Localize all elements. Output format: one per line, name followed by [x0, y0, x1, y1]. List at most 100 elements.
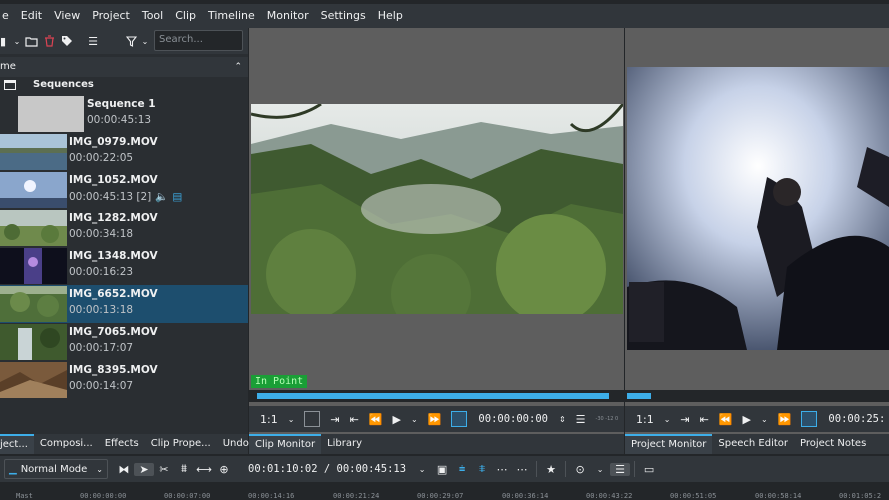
clip-name: IMG_1282.MOV — [69, 212, 158, 224]
timecode-stepper[interactable]: ⇕ — [554, 415, 571, 424]
lift-icon[interactable]: ⩧ — [452, 462, 472, 476]
clip-timecode[interactable]: 00:00:00:00 — [472, 413, 554, 425]
list-item[interactable]: Sequence 1 00:00:45:13 — [0, 95, 248, 133]
bin-header-label: me — [0, 61, 16, 72]
edit-mode-select[interactable]: ▁ Normal Mode ⌄ — [4, 459, 108, 479]
list-item[interactable]: IMG_8395.MOV 00:00:14:07 — [0, 361, 248, 399]
clip-duration: 00:00:16:23 — [69, 266, 134, 278]
project-monitor-zone — [627, 393, 651, 399]
project-monitor-video[interactable] — [627, 67, 889, 350]
spacer-tool-icon[interactable]: ⧓ — [114, 463, 134, 476]
list-item[interactable]: IMG_1348.MOV 00:00:16:23 — [0, 247, 248, 285]
tab-clip-properties[interactable]: Clip Prope... — [145, 434, 217, 454]
slip-tool-icon[interactable]: ⟷ — [194, 463, 214, 476]
razor-tool-icon[interactable]: ✂ — [154, 463, 174, 476]
menu-icon[interactable]: ☰ — [84, 32, 102, 50]
multicam-tool-icon[interactable]: ⊕ — [214, 463, 234, 476]
project-monitor-ruler[interactable] — [625, 390, 889, 402]
menu-monitor[interactable]: Monitor — [261, 4, 315, 28]
menu-tool[interactable]: Tool — [136, 4, 169, 28]
tab-compositions[interactable]: Composi... — [34, 434, 99, 454]
rewind-icon[interactable]: ⏪ — [364, 413, 388, 426]
menu-timeline[interactable]: Timeline — [202, 4, 261, 28]
ruler-tick: 00:00:00:00 — [80, 492, 127, 500]
list-item[interactable]: IMG_7065.MOV 00:00:17:07 — [0, 323, 248, 361]
rewind-icon[interactable]: ⏪ — [714, 413, 738, 426]
sort-caret-icon[interactable]: ⌃ — [234, 57, 242, 77]
clip-name: IMG_1348.MOV — [69, 250, 158, 262]
tab-speech-editor[interactable]: Speech Editor — [712, 434, 794, 454]
menu-settings[interactable]: Settings — [315, 4, 372, 28]
fit-icon[interactable] — [299, 411, 325, 427]
folder-sequences[interactable]: Sequences — [0, 77, 248, 95]
menu-view[interactable]: View — [48, 4, 86, 28]
audio-icon: 🔈 — [155, 191, 169, 203]
menu-icon[interactable]: ☰ — [571, 413, 591, 426]
clip-name: IMG_0979.MOV — [69, 136, 158, 148]
play-options-icon[interactable]: ⌄ — [406, 415, 423, 424]
select-tool-icon[interactable]: ➤ — [134, 462, 154, 476]
timeline-ruler[interactable]: Mast 00:00:00:00 00:00:07:00 00:00:14:16… — [0, 484, 889, 500]
fast-forward-icon[interactable]: ⏩ — [773, 413, 797, 426]
list-item-selected[interactable]: IMG_6652.MOV 00:00:13:18 — [0, 285, 248, 323]
ruler-tick: 00:00:58:14 — [755, 492, 802, 500]
insert-icon[interactable]: ⋯ — [492, 463, 512, 476]
clip-monitor-ruler[interactable] — [249, 390, 624, 402]
fullscreen-icon[interactable] — [446, 411, 472, 427]
fast-forward-icon[interactable]: ⏩ — [423, 413, 447, 426]
set-out-icon[interactable]: ⇤ — [345, 413, 364, 426]
menu-project[interactable]: Project — [86, 4, 136, 28]
list-item[interactable]: IMG_1282.MOV 00:00:34:18 — [0, 209, 248, 247]
delete-icon[interactable] — [40, 32, 58, 50]
tab-project-notes[interactable]: Project Notes — [794, 434, 872, 454]
chevron-down-icon[interactable]: ⌄ — [659, 415, 676, 424]
tab-project[interactable]: ject... — [0, 434, 34, 454]
chevron-down-icon[interactable]: ⌄ — [412, 465, 432, 474]
play-icon[interactable]: ▶ — [738, 413, 756, 426]
set-in-icon[interactable]: ⇥ — [675, 413, 694, 426]
list-item[interactable]: IMG_0979.MOV 00:00:22:05 — [0, 133, 248, 171]
star-icon[interactable]: ★ — [541, 463, 561, 476]
list-item[interactable]: IMG_1052.MOV 00:00:45:13 [2] 🔈 ▤ — [0, 171, 248, 209]
filter-icon[interactable] — [122, 32, 140, 50]
menu-edit[interactable]: Edit — [15, 4, 48, 28]
project-monitor: 1:1 ⌄ ⇥ ⇤ ⏪ ▶ ⌄ ⏩ 00:00:25: — [625, 28, 889, 434]
tab-library[interactable]: Library — [321, 434, 368, 454]
tab-project-monitor[interactable]: Project Monitor — [625, 434, 713, 454]
ripple-tool-icon[interactable]: ⩩ — [174, 462, 194, 476]
zoom-select[interactable]: 1:1 — [631, 413, 659, 426]
clip-monitor-video[interactable] — [251, 104, 623, 314]
chevron-down-icon[interactable]: ⌄ — [590, 465, 610, 474]
add-clip-icon[interactable]: ▮ — [0, 32, 12, 50]
tab-clip-monitor[interactable]: Clip Monitor — [249, 434, 322, 454]
tag-icon[interactable] — [58, 32, 76, 50]
play-options-icon[interactable]: ⌄ — [756, 415, 773, 424]
extract-zone-icon[interactable]: ▣ — [432, 463, 452, 476]
chevron-down-icon[interactable]: ⌄ — [283, 415, 300, 424]
zoom-select[interactable]: 1:1 — [255, 413, 283, 426]
tab-effects[interactable]: Effects — [99, 434, 145, 454]
project-timecode[interactable]: 00:00:25: — [822, 413, 889, 425]
set-out-icon[interactable]: ⇤ — [695, 413, 714, 426]
play-icon[interactable]: ▶ — [388, 413, 406, 426]
chevron-down-icon[interactable]: ⌄ — [12, 32, 22, 50]
clip-thumbnail — [0, 172, 67, 208]
menu-clip[interactable]: Clip — [169, 4, 202, 28]
separator — [536, 461, 538, 477]
subtitle-icon[interactable]: ▭ — [639, 463, 659, 476]
remove-icon[interactable]: ⋯ — [512, 463, 532, 476]
filter-dropdown-icon[interactable]: ⌄ — [140, 32, 150, 50]
fullscreen-icon[interactable] — [796, 411, 822, 427]
timeline-timecode[interactable]: 00:01:10:02 / 00:00:45:13 — [242, 463, 412, 475]
bin-column-header[interactable]: me ⌃ — [0, 57, 248, 77]
search-input[interactable]: Search... — [154, 30, 243, 51]
timeline-menu-icon[interactable]: ☰ — [610, 462, 631, 476]
separator — [565, 461, 567, 477]
set-in-icon[interactable]: ⇥ — [325, 413, 344, 426]
clip-monitor-controls: 1:1 ⌄ ⇥ ⇤ ⏪ ▶ ⌄ ⏩ 00:00:00:00 ⇕ ☰ -30 -1… — [249, 406, 624, 432]
menu-help[interactable]: Help — [372, 4, 409, 28]
folder-icon[interactable] — [22, 32, 40, 50]
overwrite-icon[interactable]: ⩨ — [472, 462, 492, 476]
record-icon[interactable]: ⊙ — [570, 463, 590, 476]
menu-file[interactable]: e — [0, 4, 15, 28]
